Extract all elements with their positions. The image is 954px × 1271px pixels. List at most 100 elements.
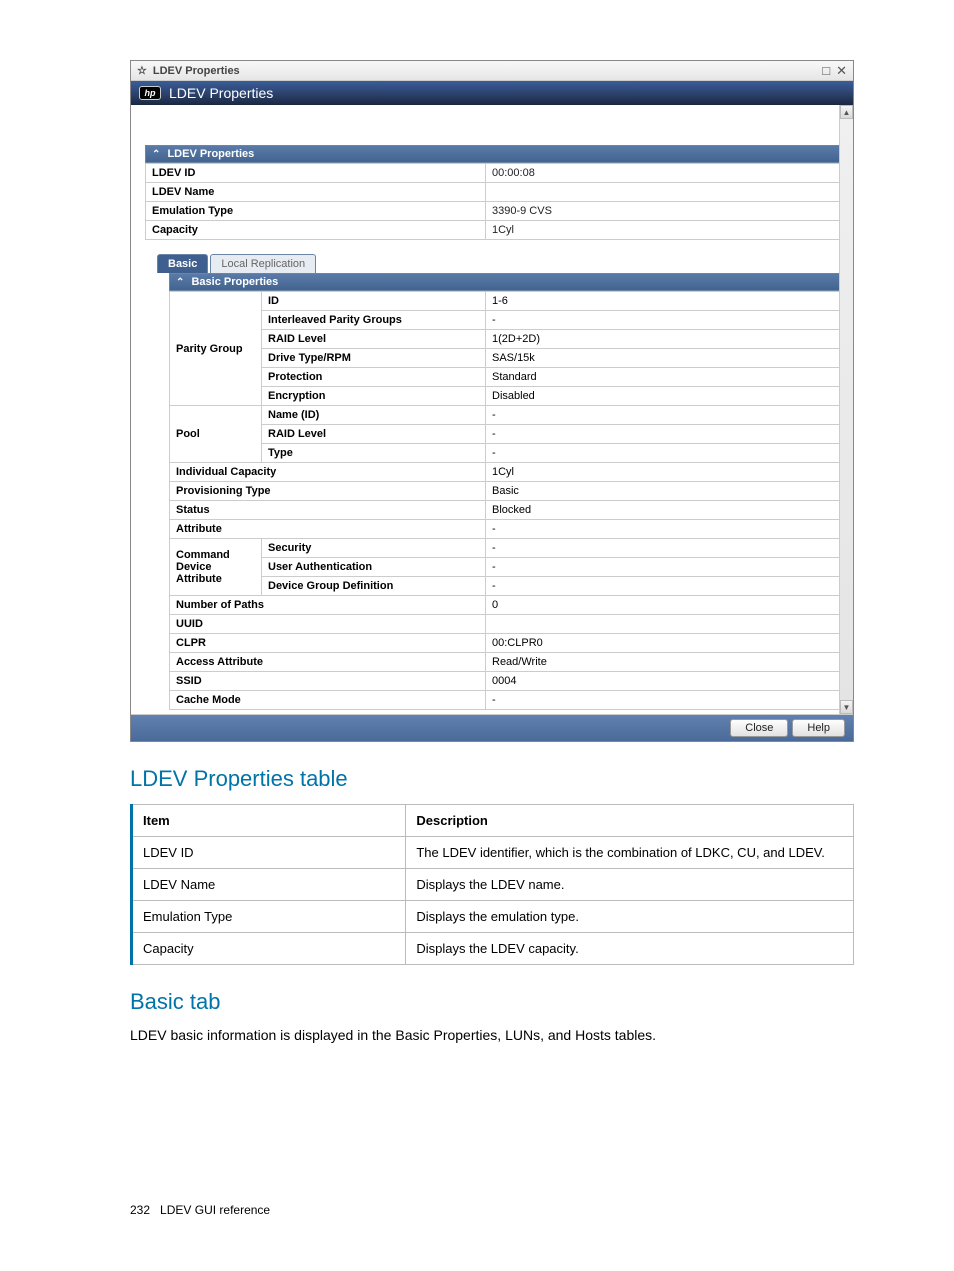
table-row: LDEV Name Displays the LDEV name. (132, 869, 854, 901)
cell-item: Capacity (132, 933, 406, 965)
section-title-ldev: LDEV Properties (167, 148, 254, 160)
sub-pg-drive: Drive Type/RPM (262, 349, 486, 368)
section-title-basic: Basic Properties (191, 276, 278, 288)
label-pool: Pool (170, 406, 262, 463)
chevron-up-icon: ⌃ (176, 277, 184, 288)
val-cache-mode: - (486, 691, 845, 710)
help-button[interactable]: Help (792, 719, 845, 737)
ldev-properties-doc-table: Item Description LDEV ID The LDEV identi… (130, 804, 854, 965)
vertical-scrollbar[interactable]: ▲ ▼ (839, 105, 853, 714)
table-row: Device Group Definition - (170, 577, 845, 596)
label-ldev-id: LDEV ID (146, 164, 486, 183)
val-ssid: 0004 (486, 672, 845, 691)
label-indiv-capacity: Individual Capacity (170, 463, 486, 482)
val-prov-type: Basic (486, 482, 845, 501)
table-row: Emulation Type Displays the emulation ty… (132, 901, 854, 933)
close-button[interactable]: Close (730, 719, 788, 737)
table-row: RAID Level 1(2D+2D) (170, 330, 845, 349)
val-cd-devgroup: - (486, 577, 845, 596)
label-num-paths: Number of Paths (170, 596, 486, 615)
heading-basic-tab: Basic tab (130, 989, 854, 1015)
table-row: Type - (170, 444, 845, 463)
basic-properties-table: Parity Group ID 1-6 Interleaved Parity G… (169, 291, 845, 710)
table-row: Capacity 1Cyl (146, 221, 845, 240)
table-row: User Authentication - (170, 558, 845, 577)
label-attribute: Attribute (170, 520, 486, 539)
close-icon[interactable]: ✕ (836, 63, 847, 79)
val-status: Blocked (486, 501, 845, 520)
cell-desc: Displays the LDEV name. (406, 869, 854, 901)
header-title: LDEV Properties (169, 85, 273, 101)
label-clpr: CLPR (170, 634, 486, 653)
table-row: UUID (170, 615, 845, 634)
footer-title: LDEV GUI reference (160, 1203, 270, 1217)
table-row: Status Blocked (170, 501, 845, 520)
collapse-icon[interactable]: ☆ (137, 64, 147, 77)
value-emulation: 3390-9 CVS (486, 202, 845, 221)
sub-pool-type: Type (262, 444, 486, 463)
val-pool-type: - (486, 444, 845, 463)
val-cd-userauth: - (486, 558, 845, 577)
cell-desc: Displays the emulation type. (406, 901, 854, 933)
th-item: Item (132, 805, 406, 837)
heading-ldev-properties-table: LDEV Properties table (130, 766, 854, 792)
ldev-properties-window: ☆ LDEV Properties □ ✕ hp LDEV Properties… (130, 60, 854, 742)
window-footer: Close Help (131, 715, 853, 741)
table-row: LDEV Name (146, 183, 845, 202)
table-row: CLPR 00:CLPR0 (170, 634, 845, 653)
label-ldev-name: LDEV Name (146, 183, 486, 202)
val-uuid (486, 615, 845, 634)
table-row: Attribute - (170, 520, 845, 539)
section-head-basic-properties[interactable]: ⌃ Basic Properties (169, 273, 845, 291)
label-status: Status (170, 501, 486, 520)
table-row: Parity Group ID 1-6 (170, 292, 845, 311)
table-row: SSID 0004 (170, 672, 845, 691)
table-row: Individual Capacity 1Cyl (170, 463, 845, 482)
maximize-icon[interactable]: □ (822, 63, 830, 79)
table-row: Emulation Type 3390-9 CVS (146, 202, 845, 221)
val-attribute: - (486, 520, 845, 539)
label-uuid: UUID (170, 615, 486, 634)
th-desc: Description (406, 805, 854, 837)
value-capacity: 1Cyl (486, 221, 845, 240)
tab-local-replication[interactable]: Local Replication (210, 254, 316, 273)
cell-desc: The LDEV identifier, which is the combin… (406, 837, 854, 869)
page-number: 232 (130, 1203, 150, 1217)
table-row: Encryption Disabled (170, 387, 845, 406)
val-pg-protection: Standard (486, 368, 845, 387)
val-pg-drive: SAS/15k (486, 349, 845, 368)
window-titlebar: ☆ LDEV Properties □ ✕ (131, 61, 853, 81)
label-prov-type: Provisioning Type (170, 482, 486, 501)
section-head-ldev-properties[interactable]: ⌃ LDEV Properties (145, 145, 845, 163)
label-emulation: Emulation Type (146, 202, 486, 221)
label-parity-group: Parity Group (170, 292, 262, 406)
val-access-attr: Read/Write (486, 653, 845, 672)
window-title: LDEV Properties (153, 65, 240, 77)
val-pg-interleaved: - (486, 311, 845, 330)
table-row: Provisioning Type Basic (170, 482, 845, 501)
ldev-properties-table: LDEV ID 00:00:08 LDEV Name Emulation Typ… (145, 163, 845, 240)
sub-pg-raid: RAID Level (262, 330, 486, 349)
sub-pg-protection: Protection (262, 368, 486, 387)
scroll-down-icon[interactable]: ▼ (840, 700, 853, 714)
window-body: ▲ ▼ ⌃ LDEV Properties LDEV ID 00:00:08 L… (131, 105, 853, 715)
tab-basic[interactable]: Basic (157, 254, 208, 273)
sub-pool-raid: RAID Level (262, 425, 486, 444)
val-clpr: 00:CLPR0 (486, 634, 845, 653)
table-row: Command Device Attribute Security - (170, 539, 845, 558)
scroll-up-icon[interactable]: ▲ (840, 105, 853, 119)
table-row: Protection Standard (170, 368, 845, 387)
hp-logo-icon: hp (139, 86, 161, 100)
sub-pool-name: Name (ID) (262, 406, 486, 425)
table-row: RAID Level - (170, 425, 845, 444)
table-row: Interleaved Parity Groups - (170, 311, 845, 330)
sub-pg-id: ID (262, 292, 486, 311)
val-pg-encryption: Disabled (486, 387, 845, 406)
table-row: Capacity Displays the LDEV capacity. (132, 933, 854, 965)
cell-item: LDEV ID (132, 837, 406, 869)
label-cache-mode: Cache Mode (170, 691, 486, 710)
value-ldev-name (486, 183, 845, 202)
header-bar: hp LDEV Properties (131, 81, 853, 105)
sub-cd-userauth: User Authentication (262, 558, 486, 577)
sub-pg-encryption: Encryption (262, 387, 486, 406)
